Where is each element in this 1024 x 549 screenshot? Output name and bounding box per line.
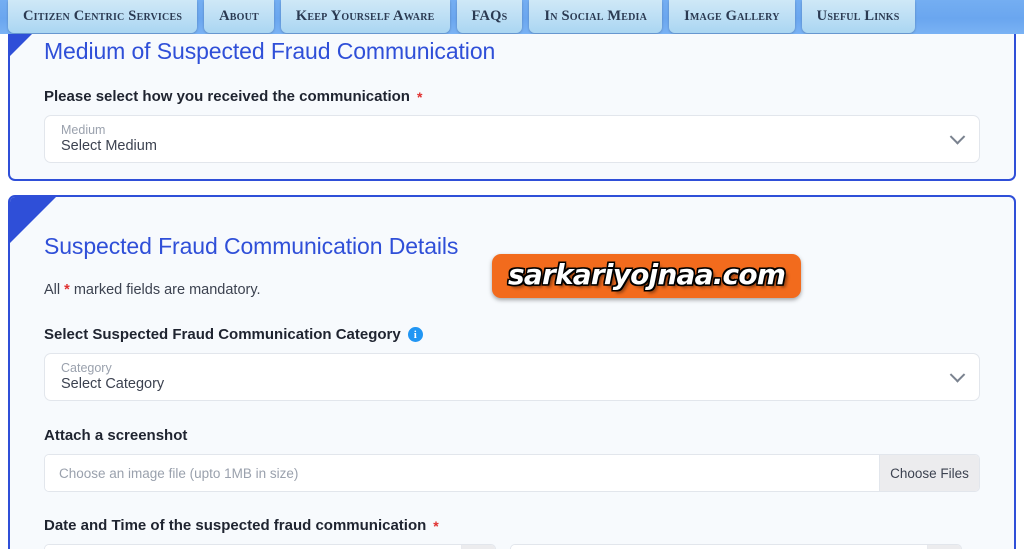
- medium-select-value: Select Medium: [61, 137, 157, 154]
- nav-tab-about[interactable]: About: [204, 0, 274, 33]
- nav-tab-label: Keep Yourself Aware: [295, 8, 435, 24]
- nav-tab-label: Useful Links: [816, 8, 900, 24]
- choose-files-button[interactable]: Choose Files: [879, 455, 979, 491]
- nav-tab-label: FAQs: [471, 8, 508, 24]
- medium-section-title: Medium of Suspected Fraud Communication: [44, 38, 496, 64]
- medium-field-label: Please select how you received the commu…: [44, 88, 423, 105]
- info-icon[interactable]: i: [407, 327, 423, 342]
- nav-tab-label: About: [219, 8, 259, 24]
- medium-of-communication-card: Medium of Suspected Fraud Communication …: [8, 34, 1016, 181]
- attach-screenshot-label: Attach a screenshot: [36, 427, 988, 444]
- nav-tab-faqs[interactable]: FAQs: [456, 0, 523, 33]
- nav-tab-in-social-media[interactable]: In Social Media: [529, 0, 663, 33]
- datetime-field-label: Date and Time of the suspected fraud com…: [44, 517, 439, 534]
- mandatory-asterisk: *: [64, 282, 70, 298]
- date-input[interactable]: Select date of communication: [45, 545, 461, 549]
- attach-screenshot-label-text: Attach a screenshot: [44, 427, 188, 444]
- mandatory-fields-note: All * marked fields are mandatory.: [36, 282, 988, 298]
- time-field[interactable]: Select time of communication in 12-hour …: [510, 544, 962, 549]
- nav-tab-useful-links[interactable]: Useful Links: [801, 0, 915, 33]
- nav-tab-image-gallery[interactable]: Image Gallery: [669, 0, 795, 33]
- file-name-placeholder: Choose an image file (upto 1MB in size): [45, 455, 879, 491]
- category-select-value: Select Category: [61, 375, 165, 392]
- main-navigation: Citizen Centric Services About Keep Your…: [0, 0, 1024, 34]
- category-field-label: Select Suspected Fraud Communication Cat…: [36, 326, 988, 343]
- medium-select[interactable]: Medium Select Medium: [44, 115, 980, 163]
- time-input[interactable]: Select time of communication in 12-hour …: [511, 545, 927, 549]
- attach-screenshot-field[interactable]: Choose an image file (upto 1MB in size) …: [44, 454, 980, 492]
- calendar-icon[interactable]: [461, 545, 495, 549]
- nav-tab-keep-yourself-aware[interactable]: Keep Yourself Aware: [280, 0, 450, 33]
- chevron-down-icon[interactable]: [949, 129, 966, 145]
- datetime-row: Select date of communication: [44, 544, 980, 549]
- form-page: Medium of Suspected Fraud Communication …: [0, 34, 1024, 549]
- chevron-down-icon[interactable]: [949, 367, 966, 383]
- category-select[interactable]: Category Select Category: [44, 353, 980, 401]
- medium-field-label-text: Please select how you received the commu…: [44, 88, 410, 105]
- mandatory-prefix: All: [44, 282, 61, 298]
- mandatory-suffix: marked fields are mandatory.: [73, 282, 261, 298]
- details-section-title: Suspected Fraud Communication Details: [44, 233, 459, 259]
- datetime-field-label-text: Date and Time of the suspected fraud com…: [44, 517, 427, 534]
- clock-icon[interactable]: [927, 545, 961, 549]
- nav-tab-citizen-centric-services[interactable]: Citizen Centric Services: [8, 0, 198, 33]
- category-field-label-text: Select Suspected Fraud Communication Cat…: [44, 326, 401, 343]
- medium-select-floating-label: Medium: [61, 122, 106, 137]
- nav-tab-label: Image Gallery: [684, 8, 780, 24]
- category-select-floating-label: Category: [61, 360, 112, 375]
- nav-tab-label: In Social Media: [544, 8, 648, 24]
- fraud-communication-details-card: sarkariyojnaa.com Suspected Fraud Commun…: [8, 195, 1016, 549]
- nav-tab-label: Citizen Centric Services: [23, 8, 183, 24]
- date-field[interactable]: Select date of communication: [44, 544, 496, 549]
